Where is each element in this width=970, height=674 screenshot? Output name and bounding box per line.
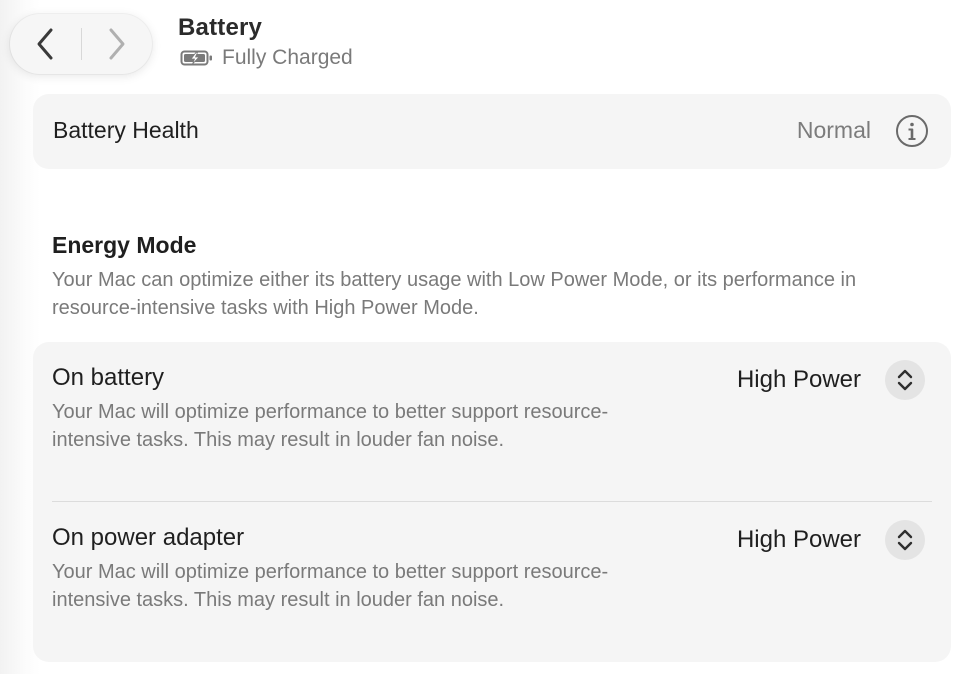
battery-charged-icon xyxy=(180,50,212,66)
popup-stepper[interactable] xyxy=(885,360,925,400)
energy-mode-heading: Energy Mode xyxy=(52,232,197,258)
battery-settings-page: Battery Fully Charged Battery Health Nor… xyxy=(0,0,970,674)
energy-mode-card: On battery Your Mac will optimize perfor… xyxy=(33,342,951,662)
back-button[interactable] xyxy=(10,14,80,74)
row-description: Your Mac will optimize performance to be… xyxy=(52,401,609,451)
chevron-right-icon xyxy=(109,28,125,60)
battery-status-text: Fully Charged xyxy=(222,46,353,69)
on-battery-mode-popup[interactable]: High Power xyxy=(737,360,925,400)
energy-mode-row-power-adapter: On power adapter Your Mac will optimize … xyxy=(33,502,951,662)
row-description: Your Mac will optimize performance to be… xyxy=(52,561,609,611)
chevron-up-down-icon xyxy=(897,369,913,391)
info-icon xyxy=(896,115,928,147)
battery-health-value: Normal xyxy=(796,117,871,143)
row-label: On power adapter xyxy=(52,524,245,551)
battery-health-card: Battery Health Normal xyxy=(33,94,951,169)
row-label: On battery xyxy=(52,364,165,391)
popup-selected-value: High Power xyxy=(736,526,861,553)
forward-button[interactable] xyxy=(82,14,152,74)
energy-mode-description: Your Mac can optimize either its battery… xyxy=(52,269,857,319)
navigation-control xyxy=(10,14,152,74)
popup-selected-value: High Power xyxy=(736,366,861,393)
on-power-adapter-mode-popup[interactable]: High Power xyxy=(737,520,925,560)
chevron-left-icon xyxy=(37,28,53,60)
battery-health-info-button[interactable] xyxy=(895,114,929,148)
battery-status: Fully Charged xyxy=(180,46,353,70)
page-title: Battery xyxy=(178,14,263,41)
popup-stepper[interactable] xyxy=(885,520,925,560)
chevron-up-down-icon xyxy=(897,529,913,551)
energy-mode-row-battery: On battery Your Mac will optimize perfor… xyxy=(33,342,951,502)
battery-health-label: Battery Health xyxy=(53,117,199,143)
